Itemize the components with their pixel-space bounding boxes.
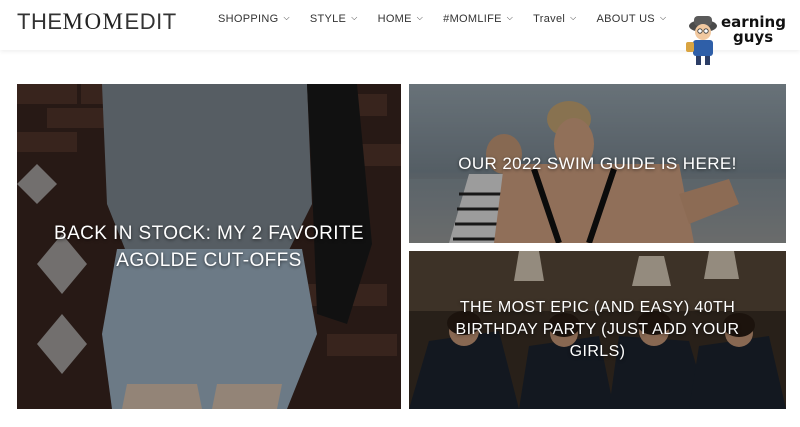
nav-label: STYLE [309, 13, 347, 25]
chevron-down-icon: ⌵ [506, 13, 514, 22]
post-title: OUR 2022 SWIM GUIDE IS HERE! [458, 154, 737, 173]
logo-edit: EDIT [124, 9, 177, 34]
post-tile-swim-guide[interactable]: OUR 2022 SWIM GUIDE IS HERE! [409, 84, 786, 243]
chevron-down-icon: ⌵ [351, 13, 358, 22]
logo-mom: MOM [62, 9, 125, 34]
post-tile-40th-birthday[interactable]: THE MOST EPIC (AND EASY) 40TH BIRTHDAY P… [409, 251, 786, 409]
earning-guys-badge: earning guys [683, 12, 788, 70]
nav-label: ABOUT US [596, 13, 655, 25]
nav-label: Travel [533, 13, 566, 25]
post-title: BACK IN STOCK: MY 2 FAVORITE AGOLDE CUT-… [54, 222, 364, 271]
chevron-down-icon: ⌵ [283, 13, 290, 22]
chevron-down-icon: ⌵ [659, 13, 667, 22]
post-title: THE MOST EPIC (AND EASY) 40TH BIRTHDAY P… [455, 299, 740, 360]
mascot-icon [686, 16, 717, 65]
nav-item-home[interactable]: HOME ⌵ [378, 13, 424, 25]
main-nav: SHOPPING ⌵ STYLE ⌵ HOME ⌵ #MOMLIFE ⌵ Tra… [218, 13, 686, 25]
badge-wordmark: earning guys [721, 15, 786, 45]
nav-item-shopping[interactable]: SHOPPING ⌵ [218, 13, 290, 25]
post-tile-agolde-cutoffs[interactable]: BACK IN STOCK: MY 2 FAVORITE AGOLDE CUT-… [17, 84, 401, 409]
nav-label: SHOPPING [218, 13, 279, 25]
nav-label: #MOMLIFE [443, 13, 502, 25]
site-logo[interactable]: THEMOMEDIT [17, 9, 177, 35]
nav-label: HOME [377, 13, 412, 25]
logo-the: THE [17, 9, 63, 34]
nav-item-momlife[interactable]: #MOMLIFE ⌵ [443, 13, 513, 25]
chevron-down-icon: ⌵ [570, 13, 577, 22]
nav-item-about-us[interactable]: ABOUT US ⌵ [597, 13, 667, 25]
site-header: THEMOMEDIT SHOPPING ⌵ STYLE ⌵ HOME ⌵ #MO… [0, 0, 800, 50]
nav-item-style[interactable]: STYLE ⌵ [310, 13, 358, 25]
badge-line-2: guys [733, 28, 774, 46]
nav-item-travel[interactable]: Travel ⌵ [533, 13, 576, 25]
chevron-down-icon: ⌵ [416, 13, 424, 22]
